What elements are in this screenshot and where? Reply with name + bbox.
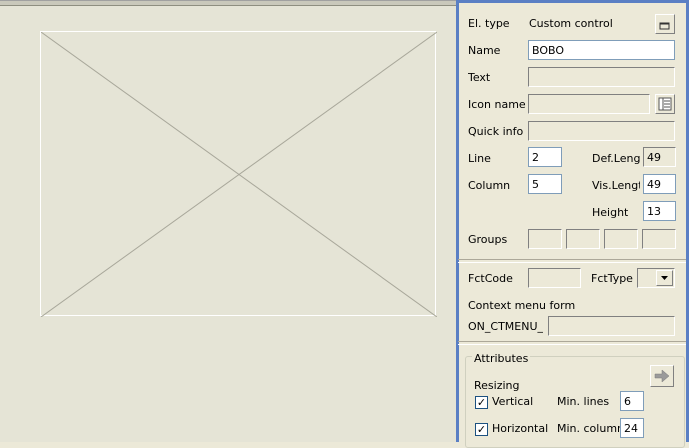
vertical-checkbox[interactable]: ✓ (475, 396, 488, 409)
panel-top-strip (590, 0, 686, 10)
icon-name-field[interactable] (528, 94, 650, 114)
list-icon (658, 97, 672, 111)
column-label: Column (468, 179, 511, 192)
attributes-arrow-button[interactable] (650, 365, 674, 387)
canvas-top-edge (0, 1, 456, 6)
vis-length-field[interactable]: 49 (643, 174, 676, 194)
small-window-icon (659, 22, 670, 30)
icon-name-label: Icon name (468, 98, 526, 111)
el-type-button[interactable] (655, 14, 675, 34)
group-field-1[interactable] (528, 229, 562, 249)
context-menu-prefix: ON_CTMENU_ (468, 320, 544, 333)
min-columns-label: Min. columns (557, 422, 620, 435)
line-field[interactable]: 2 (528, 147, 562, 167)
min-lines-field[interactable]: 6 (620, 391, 644, 411)
separator (458, 259, 686, 263)
fcttype-dropdown-button[interactable] (656, 270, 673, 286)
column-field[interactable]: 5 (528, 174, 562, 194)
layout-canvas[interactable] (0, 0, 456, 442)
min-lines-label: Min. lines (557, 395, 610, 408)
chevron-down-icon (661, 276, 668, 280)
def-length-field: 49 (643, 147, 676, 167)
context-menu-field[interactable] (548, 316, 675, 336)
context-menu-label: Context menu form (468, 299, 576, 312)
placeholder-cross (41, 32, 437, 317)
quick-info-label: Quick info (468, 125, 524, 138)
vis-length-label: Vis.Length (592, 179, 640, 192)
group-field-3[interactable] (604, 229, 638, 249)
height-label: Height (592, 206, 629, 219)
fcttype-label: FctType (591, 272, 633, 285)
arrow-right-icon (654, 369, 670, 383)
min-columns-field[interactable]: 24 (620, 418, 644, 438)
icon-picker-button[interactable] (655, 94, 675, 114)
groups-label: Groups (468, 233, 508, 246)
name-field[interactable]: BOBO (528, 40, 675, 60)
line-label: Line (468, 152, 491, 165)
el-type-value: Custom control (529, 17, 613, 30)
fctcode-field[interactable] (528, 268, 581, 288)
group-field-4[interactable] (642, 229, 676, 249)
horizontal-checkbox[interactable]: ✓ (475, 423, 488, 436)
fcttype-select[interactable] (637, 268, 675, 288)
resizing-label: Resizing (474, 379, 520, 392)
quick-info-field[interactable] (528, 121, 675, 141)
text-field[interactable] (528, 67, 675, 87)
fctcode-label: FctCode (468, 272, 513, 285)
horizontal-label: Horizontal (492, 422, 549, 435)
group-field-2[interactable] (566, 229, 600, 249)
name-field-value: BOBO (532, 44, 565, 57)
text-label: Text (468, 71, 491, 84)
name-label: Name (468, 44, 501, 57)
vertical-label: Vertical (492, 395, 534, 408)
el-type-label: El. type (468, 17, 510, 30)
custom-control-placeholder[interactable] (40, 31, 437, 317)
def-length-label: Def.Lengt (592, 152, 640, 165)
separator-2 (458, 341, 686, 345)
attributes-title: Attributes (472, 352, 531, 365)
height-field[interactable]: 13 (643, 201, 676, 221)
